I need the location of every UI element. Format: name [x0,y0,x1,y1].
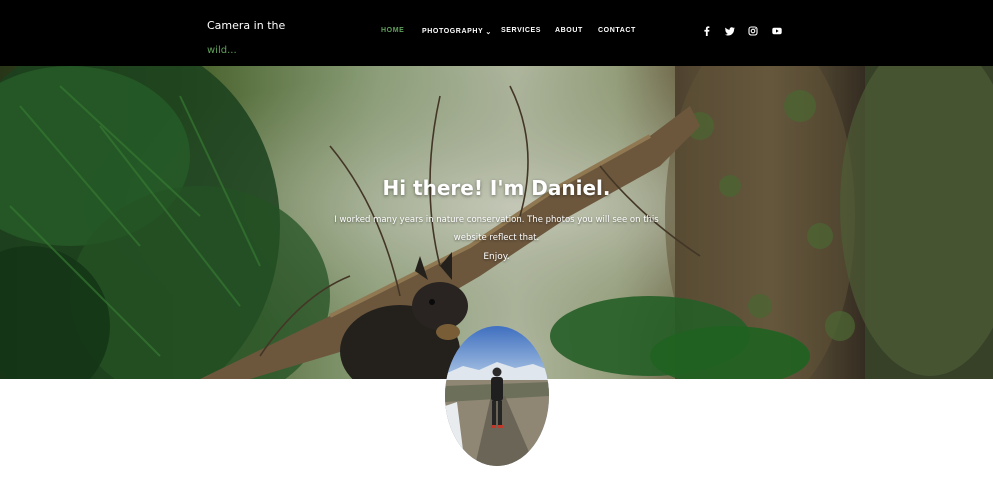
brand-line-1: Camera in the [207,19,286,32]
nav-item-home[interactable]: HOME [381,27,404,34]
site-header: Camera in the wild... HOME PHOTOGRAPHY ⌄ … [0,0,993,66]
instagram-icon[interactable] [747,25,759,37]
hero-enjoy-text: Enjoy. [483,252,510,262]
nav-item-contact[interactable]: CONTACT [598,27,636,34]
facebook-icon[interactable] [701,25,713,37]
nav-item-photography[interactable]: PHOTOGRAPHY ⌄ [422,27,492,36]
hero-title: Hi there! I'm Daniel. [382,176,611,200]
nav-item-photography-label: PHOTOGRAPHY [422,28,484,35]
nav-item-about[interactable]: ABOUT [555,27,583,34]
site-logo[interactable]: Camera in the wild... [207,13,297,63]
chevron-down-icon: ⌄ [485,29,492,36]
hero-subtitle: I worked many years in nature conservati… [334,215,659,243]
profile-avatar [445,326,549,466]
twitter-icon[interactable] [724,25,736,37]
nav-item-services[interactable]: SERVICES [501,27,541,34]
youtube-icon[interactable] [771,25,783,37]
brand-line-2: wild... [207,45,237,56]
